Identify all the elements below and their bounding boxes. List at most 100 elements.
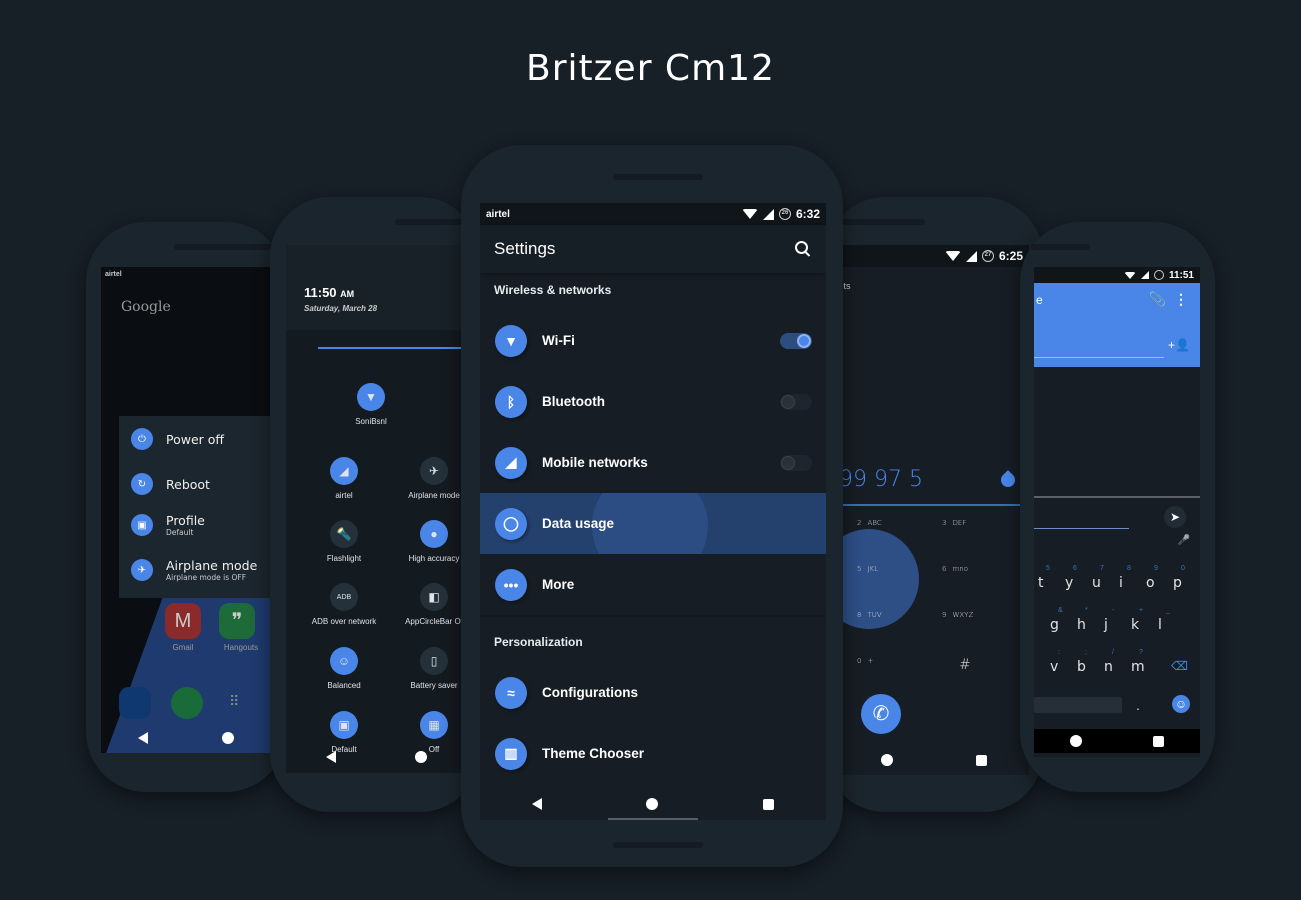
key-hint: 0 — [1181, 565, 1185, 572]
qs-tile-airplane[interactable]: ✈ Airplane mode — [394, 457, 466, 500]
key-0[interactable]: 0 + — [857, 653, 873, 681]
profile-item[interactable]: ▣ Profile Default — [131, 513, 205, 537]
speaker — [174, 244, 274, 250]
qs-tile-flashlight[interactable]: 🔦 Flashlight — [304, 520, 384, 563]
key-m[interactable]: m — [1131, 659, 1145, 675]
brightness-bar[interactable] — [318, 347, 466, 349]
key-hash[interactable]: # — [959, 657, 971, 673]
more-options-icon[interactable]: ⋮ — [1174, 291, 1188, 308]
qs-tile-performance[interactable]: ☺ Balanced — [304, 647, 384, 690]
key-y[interactable]: y — [1065, 575, 1073, 591]
reboot-item[interactable]: ↻ Reboot — [131, 473, 210, 495]
key-g[interactable]: g — [1050, 617, 1059, 633]
mobile-networks-toggle[interactable] — [780, 454, 812, 471]
speaker — [1030, 244, 1090, 250]
dialed-number[interactable]: 99 97 5 — [839, 467, 923, 492]
mic-icon[interactable]: 🎤 — [1178, 535, 1190, 546]
send-icon[interactable]: ➤ — [1164, 506, 1186, 528]
airplane-mode-item[interactable]: ✈ Airplane mode Airplane mode is OFF — [131, 558, 257, 582]
key-t[interactable]: t — [1038, 575, 1044, 591]
gmail-icon[interactable]: M — [165, 603, 201, 639]
app-drawer-icon[interactable]: ⠿ — [229, 693, 239, 710]
key-5[interactable]: 5 JKL — [857, 561, 878, 589]
battery-saver-icon: ▯ — [420, 647, 448, 675]
nav-bar — [286, 742, 466, 772]
qs-tile-wifi[interactable]: ▼ SoniBsnl — [331, 383, 411, 426]
key-n[interactable]: n — [1104, 659, 1113, 675]
period-key[interactable]: . — [1136, 697, 1140, 713]
settings-item-configurations[interactable]: ≈ Configurations — [480, 662, 826, 723]
spacebar[interactable] — [1034, 697, 1122, 713]
bluetooth-toggle[interactable] — [780, 393, 812, 410]
google-search-logo[interactable]: Google — [121, 299, 171, 315]
key-3[interactable]: 3 DEF — [942, 515, 966, 543]
nav-bar — [839, 745, 1029, 775]
clock: 6:32 — [795, 207, 820, 221]
key-j[interactable]: j — [1104, 617, 1108, 633]
qs-tile-mobile[interactable]: ◢ airtel — [304, 457, 384, 500]
maps-icon[interactable] — [119, 687, 151, 719]
back-icon[interactable] — [138, 732, 148, 744]
key-b[interactable]: b — [1077, 659, 1086, 675]
attach-icon[interactable]: 📎 — [1149, 291, 1166, 308]
signal-icon — [762, 208, 774, 220]
recents-icon[interactable] — [976, 754, 988, 766]
settings-item-more[interactable]: ••• More — [480, 554, 826, 615]
contacts-icon[interactable] — [171, 687, 203, 719]
key-8[interactable]: 8 TUV — [857, 607, 882, 635]
settings-item-data-usage[interactable]: ◯ Data usage — [480, 493, 826, 554]
qs-tile-battery-saver[interactable]: ▯ Battery saver — [394, 647, 466, 690]
key-p[interactable]: p — [1173, 575, 1182, 591]
wifi-icon — [1123, 271, 1136, 279]
wifi-icon: ▼ — [495, 324, 527, 357]
settings-item-wifi[interactable]: ▼ Wi-Fi — [480, 310, 826, 371]
back-icon[interactable] — [325, 751, 336, 763]
bluetooth-icon: ᛒ — [495, 385, 527, 418]
home-icon[interactable] — [880, 754, 893, 766]
key-hint: 5 — [1046, 565, 1050, 572]
key-v[interactable]: v — [1050, 659, 1058, 675]
status-bar: airtel 26 6:32 — [480, 203, 826, 225]
battery-icon: 26 — [778, 208, 791, 220]
settings-item-mobile-networks[interactable]: ◢ Mobile networks — [480, 432, 826, 493]
key-h[interactable]: h — [1077, 617, 1086, 633]
emoji-icon[interactable]: ☺ — [1172, 695, 1190, 713]
settings-item-theme-chooser[interactable]: ▥ Theme Chooser — [480, 723, 826, 784]
search-icon[interactable] — [794, 240, 812, 258]
key-u[interactable]: u — [1092, 575, 1101, 591]
carrier-label: airtel — [105, 271, 122, 278]
back-icon[interactable] — [532, 798, 543, 810]
message-input[interactable] — [1034, 528, 1129, 529]
qs-date: Saturday, March 28 — [304, 304, 378, 313]
home-icon[interactable] — [222, 732, 234, 744]
home-icon[interactable] — [646, 798, 659, 810]
settings-item-bluetooth[interactable]: ᛒ Bluetooth — [480, 371, 826, 432]
speaker — [835, 219, 925, 225]
qs-tile-adb[interactable]: ADB ADB over network — [304, 583, 384, 626]
key-6[interactable]: 6 mno — [942, 561, 968, 589]
qs-tile-location[interactable]: ● High accuracy — [394, 520, 466, 563]
recents-icon[interactable] — [762, 798, 774, 810]
key-i[interactable]: i — [1119, 575, 1123, 591]
key-hint: ; — [1085, 649, 1087, 656]
call-button[interactable]: ✆ — [861, 694, 901, 734]
hangouts-icon[interactable]: ❞ — [219, 603, 255, 639]
recents-icon[interactable] — [1153, 735, 1165, 747]
wifi-toggle[interactable] — [780, 332, 812, 349]
backspace-icon[interactable]: ⌫ — [1171, 659, 1188, 673]
home-indicator — [608, 818, 698, 820]
add-contact-icon[interactable]: +👤 — [1168, 338, 1190, 352]
key-2[interactable]: 2 ABC — [857, 515, 882, 543]
key-o[interactable]: o — [1146, 575, 1155, 591]
backspace-icon[interactable] — [998, 470, 1018, 490]
qs-tile-appcirclebar[interactable]: ◧ AppCircleBar Of — [394, 583, 466, 626]
key-k[interactable]: k — [1131, 617, 1139, 633]
power-off-item[interactable]: ⏻ Power off — [131, 428, 224, 450]
more-icon: ••• — [495, 568, 527, 601]
home-icon[interactable] — [1069, 735, 1082, 747]
home-icon[interactable] — [414, 751, 427, 763]
key-l[interactable]: l — [1158, 617, 1162, 633]
key-9[interactable]: 9 WXYZ — [942, 607, 973, 635]
app-bar: Settings — [480, 225, 826, 273]
appcirclebar-icon: ◧ — [420, 583, 448, 611]
